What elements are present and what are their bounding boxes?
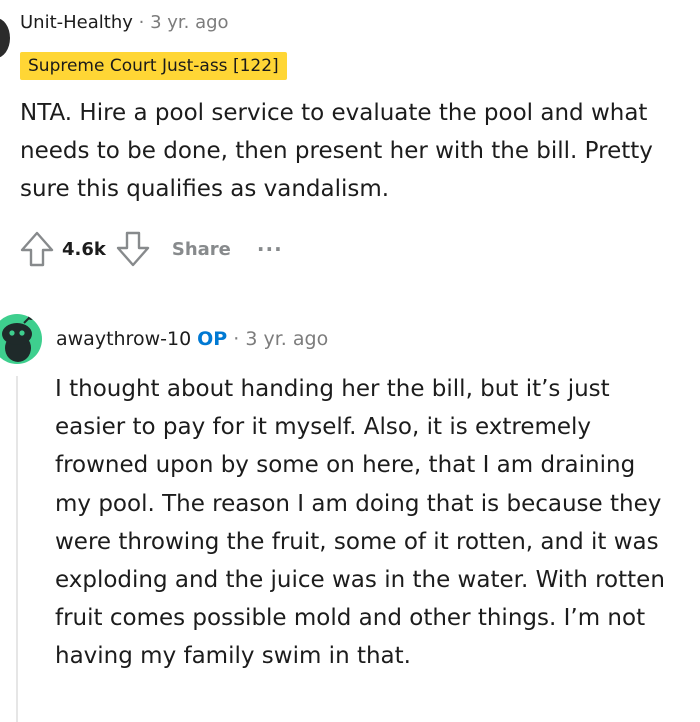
downvote-arrow-icon[interactable] bbox=[116, 230, 150, 268]
upvote-arrow-icon[interactable] bbox=[20, 230, 54, 268]
timestamp[interactable]: 3 yr. ago bbox=[245, 328, 328, 350]
op-badge: OP bbox=[197, 328, 228, 350]
meta-separator: · bbox=[227, 328, 246, 350]
avatar[interactable] bbox=[0, 18, 10, 58]
snoo-avatar-icon[interactable] bbox=[0, 314, 42, 364]
share-button[interactable]: Share bbox=[172, 239, 231, 260]
username-link[interactable]: awaythrow-10 bbox=[56, 328, 191, 350]
comment-author-row: awaythrow-10 OP · 3 yr. ago bbox=[56, 328, 328, 350]
thread-line[interactable] bbox=[16, 376, 18, 722]
comment-author-row: Unit-Healthy · 3 yr. ago bbox=[20, 12, 229, 33]
timestamp[interactable]: 3 yr. ago bbox=[150, 12, 229, 33]
more-options-icon[interactable]: ··· bbox=[257, 237, 283, 261]
comment-body: NTA. Hire a pool service to evaluate the… bbox=[20, 100, 653, 202]
meta-separator: · bbox=[132, 12, 151, 33]
username-link[interactable]: Unit-Healthy bbox=[20, 12, 133, 33]
vote-count: 4.6k bbox=[62, 238, 106, 260]
comment-body: I thought about handing her the bill, bu… bbox=[55, 376, 665, 670]
user-flair: Supreme Court Just-ass [122] bbox=[20, 52, 287, 80]
comment-actions: 4.6k Share ··· bbox=[20, 230, 283, 268]
